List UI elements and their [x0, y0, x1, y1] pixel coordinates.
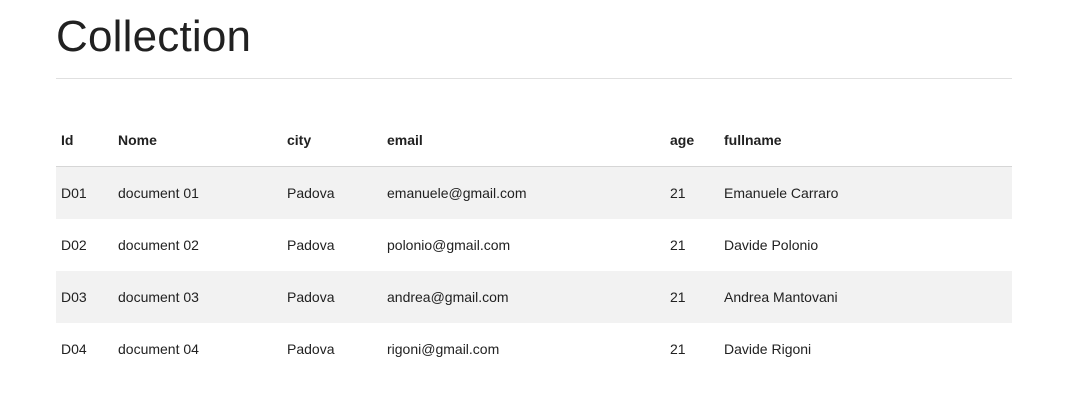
cell-email: polonio@gmail.com	[387, 237, 511, 253]
cell-id: D02	[61, 237, 87, 253]
table-row[interactable]: D02 document 02 Padova polonio@gmail.com…	[56, 219, 1012, 271]
cell-fullname: Emanuele Carraro	[719, 166, 1012, 219]
cell-id: D03	[56, 271, 113, 323]
cell-city: Padova	[282, 166, 382, 219]
cell-nome: document 03	[113, 271, 282, 323]
table-body: D01 document 01 Padova emanuele@gmail.co…	[56, 166, 1012, 376]
cell-fullname: Davide Polonio	[724, 237, 819, 253]
page-title: Collection	[56, 12, 252, 61]
title-divider	[56, 78, 1012, 79]
cell-email: rigoni@gmail.com	[387, 341, 500, 357]
cell-fullname: Davide Rigoni	[724, 341, 812, 357]
table-header: Id Nome city email age fullname	[56, 114, 1012, 167]
cell-age: 21	[665, 166, 719, 219]
collection-page: Collection Id Nome city email age fullna…	[0, 0, 1069, 407]
column-header-city[interactable]: city	[282, 114, 382, 167]
table-row[interactable]: D03 document 03 Padova andrea@gmail.com …	[56, 271, 1012, 323]
table-row[interactable]: D01 document 01 Padova emanuele@gmail.co…	[56, 166, 1012, 219]
column-header-fullname[interactable]: fullname	[719, 114, 1012, 167]
cell-city: Padova	[287, 341, 335, 357]
cell-fullname: Andrea Mantovani	[719, 271, 1012, 323]
collection-table-container: Id Nome city email age fullname D01 docu…	[56, 114, 1012, 375]
table-row[interactable]: D04 document 04 Padova rigoni@gmail.com …	[56, 323, 1012, 375]
table-header-row: Id Nome city email age fullname	[56, 114, 1012, 167]
column-header-age[interactable]: age	[665, 114, 719, 167]
cell-city: Padova	[282, 271, 382, 323]
cell-nome: document 01	[113, 166, 282, 219]
cell-age: 21	[670, 341, 686, 357]
cell-nome: document 02	[118, 237, 199, 253]
cell-age: 21	[670, 237, 686, 253]
cell-email: emanuele@gmail.com	[382, 166, 665, 219]
collection-table: Id Nome city email age fullname D01 docu…	[56, 114, 1012, 375]
column-header-nome[interactable]: Nome	[113, 114, 282, 167]
column-header-id[interactable]: Id	[56, 114, 113, 167]
cell-id: D04	[61, 341, 87, 357]
cell-id: D01	[56, 166, 113, 219]
cell-email: andrea@gmail.com	[382, 271, 665, 323]
column-header-email[interactable]: email	[382, 114, 665, 167]
cell-age: 21	[665, 271, 719, 323]
cell-nome: document 04	[118, 341, 199, 357]
cell-city: Padova	[287, 237, 335, 253]
